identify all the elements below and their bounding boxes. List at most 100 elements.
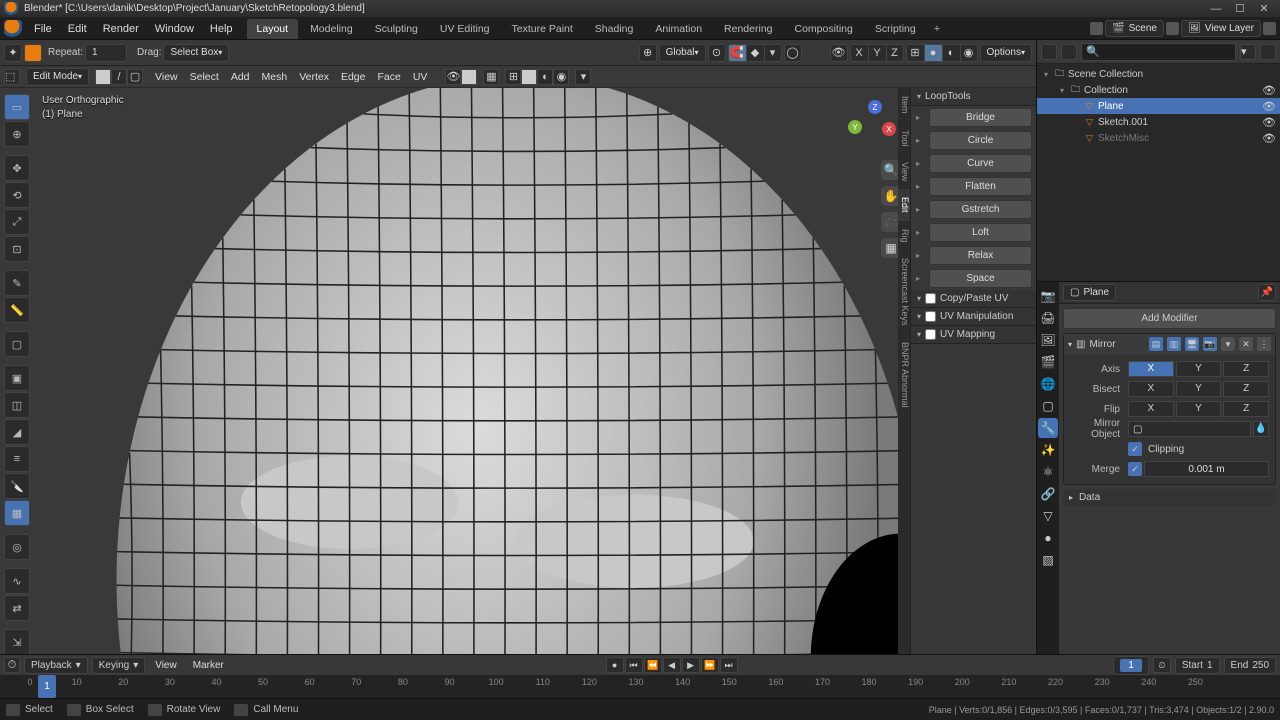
editor-type-3dview-icon[interactable]: ⬚ [4,69,20,85]
tool-loopcut[interactable]: ≡ [4,446,30,472]
workspace-tab-uv-editing[interactable]: UV Editing [430,19,500,39]
looptools-flatten[interactable]: Flatten [929,177,1032,196]
tool-smooth[interactable]: ∿ [4,568,30,594]
add-modifier-button[interactable]: Add Modifier [1063,308,1276,329]
merge-value[interactable]: 0.001 m [1144,461,1269,477]
looptools-curve[interactable]: Curve [929,154,1032,173]
timeline-marker-menu[interactable]: Marker [187,658,230,673]
end-frame[interactable]: End 250 [1224,657,1276,674]
npanel-tab-edit[interactable]: Edit [898,189,910,221]
next-key-icon[interactable]: ⏩ [701,657,719,673]
mod-realtime-icon[interactable]: 🖥 [1185,337,1199,351]
add-workspace-button[interactable]: + [926,21,948,37]
np-expand-circle[interactable]: ▸ [911,136,925,145]
outliner-item-sketchmisc[interactable]: ▽SketchMisc👁 [1037,130,1280,146]
tool-select-box[interactable]: ▭ [4,94,30,120]
flip-y-toggle[interactable]: Y [1176,401,1222,417]
npanel-tab-bnpr-abnormal[interactable]: BNPR Abnormal [898,334,910,416]
mod-oncage-icon[interactable]: ▤ [1149,337,1163,351]
tool-annotate[interactable]: ✎ [4,270,30,296]
mod-editmode-icon[interactable]: ▥ [1167,337,1181,351]
tool-bevel[interactable]: ◢ [4,419,30,445]
vp-menu-vertex[interactable]: Vertex [293,69,335,85]
np-expand-gstretch[interactable]: ▸ [911,205,925,214]
np-expand-space[interactable]: ▸ [911,274,925,283]
mirror-obj-field[interactable]: ▢ [1128,421,1251,437]
axis-y-toggle[interactable]: Y [1176,361,1222,377]
flip-z-toggle[interactable]: Z [1223,401,1269,417]
axis-z-toggle[interactable]: Z [1223,361,1269,377]
looptools-bridge[interactable]: Bridge [929,108,1032,127]
tool-inset[interactable]: ◫ [4,392,30,418]
timeline-view-menu[interactable]: View [149,658,183,673]
jump-end-icon[interactable]: ⏭ [720,657,738,673]
preview-range-icon[interactable]: ⏲ [1153,657,1171,673]
orientation-icon[interactable]: ⊕ [639,44,657,62]
start-frame[interactable]: Start 1 [1175,657,1220,674]
pivot-icon[interactable]: ⊙ [708,44,726,62]
tool-rotate[interactable]: ⟲ [4,182,30,208]
scene-selector[interactable]: 🎬Scene [1105,20,1164,37]
tool-cursor[interactable]: ⊕ [4,121,30,147]
blender-menu-icon[interactable] [4,20,22,38]
gizmo-visible-icon[interactable]: 👁 [830,44,848,62]
outliner-item-sketch-001[interactable]: ▽Sketch.001👁 [1037,114,1280,130]
mod-delete-icon[interactable]: ✕ [1239,337,1253,351]
menu-file[interactable]: File [26,20,60,38]
current-frame[interactable]: 1 [1113,656,1149,675]
prev-key-icon[interactable]: ⏪ [644,657,662,673]
autokey-icon[interactable]: ● [606,657,624,673]
vp-menu-edge[interactable]: Edge [335,69,372,85]
shade-wire-icon[interactable]: ⊞ [906,44,924,62]
npanel-tab-item[interactable]: Item [898,88,910,122]
repeat-count[interactable]: 1 [85,44,127,62]
close-button[interactable]: ✕ [1252,2,1276,16]
shade-solid-icon[interactable]: ● [924,44,942,62]
vp-menu-uv[interactable]: UV [407,69,434,85]
outliner-visibility-icon[interactable]: 👁 [1262,132,1276,145]
menu-help[interactable]: Help [202,20,241,38]
xray-icon[interactable]: ▦ [483,69,499,85]
editor-type-icon[interactable]: ✦ [4,44,22,62]
npanel-tab-rig[interactable]: Rig [898,221,910,251]
vp-menu-view[interactable]: View [149,69,184,85]
menu-window[interactable]: Window [147,20,202,38]
vp-menu-face[interactable]: Face [372,69,407,85]
timeline-ruler[interactable]: 1 01020304050607080901001101201301401501… [0,675,1280,698]
mod-render-icon[interactable]: 📷 [1203,337,1217,351]
maximize-button[interactable]: ☐ [1228,2,1252,16]
outliner-item-collection[interactable]: ▾🗀Collection👁 [1037,82,1280,98]
npanel-section-uv-manipulation[interactable]: UV Manipulation [911,308,1036,326]
proptab-data[interactable]: ▽ [1038,506,1058,526]
proptab-output[interactable]: 🖨 [1038,308,1058,328]
edge-select-icon[interactable]: / [111,69,127,85]
overlay-toggle-icon[interactable]: 👁 [445,69,461,85]
viewport[interactable]: ▭ ⊕ ✥ ⟲ ⤢ ⊡ ✎ 📏 ▢ ▣ ◫ ◢ ≡ 🔪 ▦ ◎ [0,88,1036,654]
workspace-tab-rendering[interactable]: Rendering [714,19,782,39]
workspace-tab-layout[interactable]: Layout [247,19,299,39]
workspace-tab-scripting[interactable]: Scripting [865,19,926,39]
outliner-editor-icon[interactable] [1041,44,1057,60]
axis-x-toggle[interactable]: X [1128,361,1174,377]
proptab-particles[interactable]: ✨ [1038,440,1058,460]
bisect-z-toggle[interactable]: Z [1223,381,1269,397]
tool-icon[interactable] [24,44,42,62]
outliner-visibility-icon[interactable]: 👁 [1262,116,1276,129]
mod-extra-icon[interactable]: ▾ [1221,337,1235,351]
mesh-select-mode[interactable]: ▫ / ▢ [95,69,143,85]
vp-menu-add[interactable]: Add [225,69,256,85]
play-icon[interactable]: ▶ [682,657,700,673]
tool-edgeslide[interactable]: ⇄ [4,595,30,621]
tool-measure[interactable]: 📏 [4,297,30,323]
outliner-scene-collection[interactable]: ▾ 🗀 Scene Collection [1037,66,1280,82]
viewlayer-selector[interactable]: 🖼View Layer [1181,20,1261,37]
shade-matprev-icon[interactable]: ◐ [942,44,960,62]
outliner-item-plane[interactable]: ▽Plane👁 [1037,98,1280,114]
menu-render[interactable]: Render [95,20,147,38]
propedit-icon[interactable]: ◯ [784,44,802,62]
proptab-texture[interactable]: ▨ [1038,550,1058,570]
tool-shrink[interactable]: ⇲ [4,629,30,654]
gizmo-y-icon[interactable]: Y [848,120,862,134]
tool-transform[interactable]: ⊡ [4,236,30,262]
tool-addcube[interactable]: ▢ [4,331,30,357]
